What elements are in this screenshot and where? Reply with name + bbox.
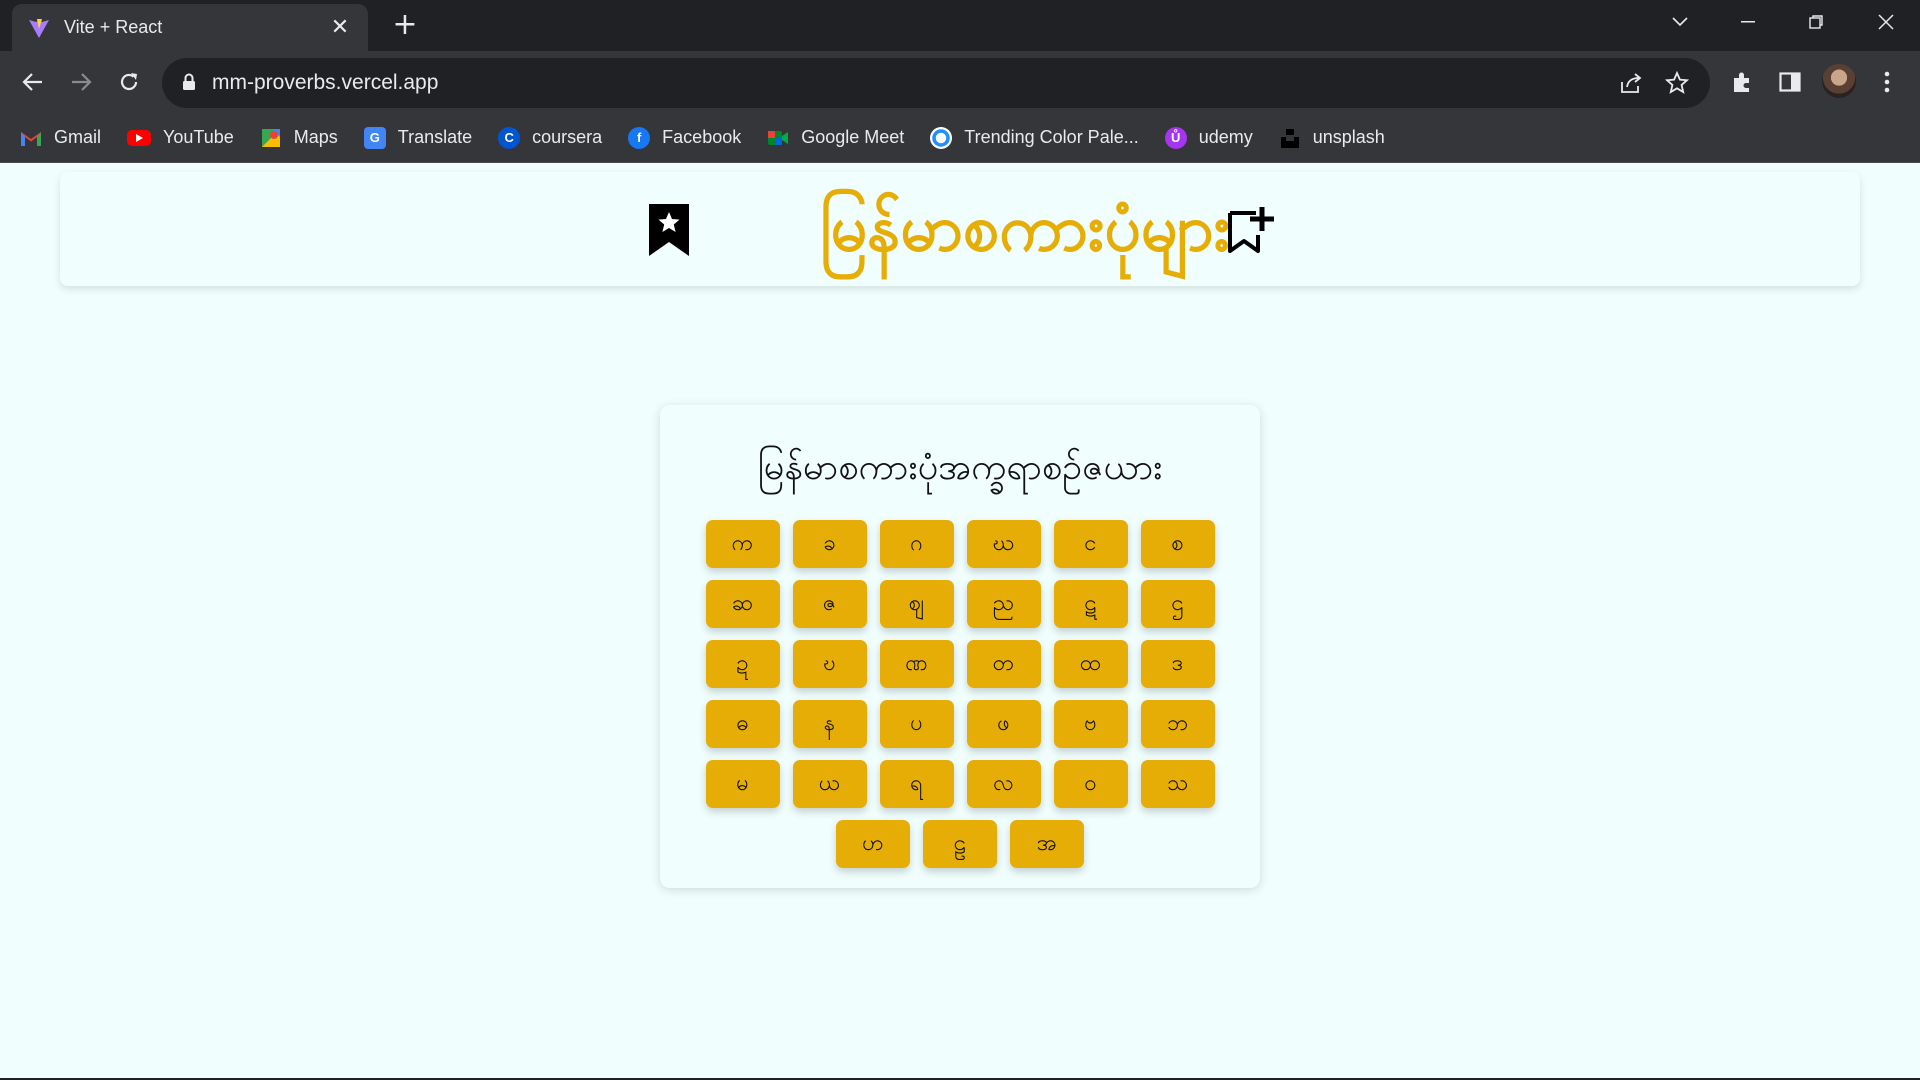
letter-button[interactable]: ဖ [966, 700, 1041, 748]
close-window-icon[interactable] [1856, 0, 1916, 44]
letter-button[interactable]: ဋ [1053, 580, 1128, 628]
youtube-icon [127, 129, 152, 146]
share-icon[interactable] [1618, 70, 1644, 96]
letter-button[interactable]: က [705, 520, 780, 568]
bookmark-add-icon[interactable] [1224, 200, 1276, 260]
tab-search-icon[interactable] [1650, 0, 1710, 44]
letter-button[interactable]: ဠ [923, 820, 997, 868]
gmail-icon [20, 127, 42, 149]
bookmark-label: udemy [1198, 127, 1253, 147]
letter-button[interactable]: စ [1140, 520, 1215, 568]
site-title[interactable]: မြန်မာစကားပုံများ [800, 184, 1250, 274]
bookmark-google-meet[interactable]: Google Meet [767, 127, 904, 149]
bookmark-maps[interactable]: Maps [260, 127, 338, 149]
unsplash-icon [1279, 127, 1301, 149]
letter-button[interactable]: ဘ [1140, 700, 1215, 748]
bookmark-udemy[interactable]: Ů udemy [1164, 126, 1253, 149]
bookmark-trending-color[interactable]: Trending Color Pale... [930, 126, 1139, 149]
browser-tab[interactable]: Vite + React ✕ [12, 4, 368, 51]
alphabet-title: မြန်မာစကားပုံအက္ခရာစဉ်ဇယား [757, 447, 1163, 488]
bookmark-youtube[interactable]: YouTube [127, 127, 234, 148]
letter-button[interactable]: ဒ [1140, 640, 1215, 688]
restore-icon[interactable] [1786, 0, 1846, 44]
page-content: မြန်မာစကားပုံများ မြန်မာစကားပုံအက္ခရာစဉ်… [0, 164, 1920, 1078]
letter-button[interactable]: အ [1010, 820, 1084, 868]
letter-button[interactable]: ဓ [705, 700, 780, 748]
minimize-icon[interactable] [1718, 0, 1778, 44]
letter-button[interactable]: သ [1140, 760, 1215, 808]
color-palette-icon [930, 126, 953, 149]
letter-button[interactable]: ဟ [836, 820, 910, 868]
letter-button[interactable]: ခ [792, 520, 867, 568]
letter-button[interactable]: ယ [792, 760, 867, 808]
facebook-icon: f [628, 126, 651, 149]
letter-button[interactable]: ဇ [792, 580, 867, 628]
tab-title: Vite + React [64, 17, 163, 37]
reload-icon[interactable] [110, 63, 148, 101]
letter-button[interactable]: ဏ [879, 640, 954, 688]
udemy-icon: Ů [1164, 126, 1187, 149]
letter-button[interactable]: ရ [879, 760, 954, 808]
forward-icon[interactable] [62, 63, 100, 101]
bookmark-facebook[interactable]: f Facebook [628, 126, 742, 149]
coursera-icon: C [498, 126, 521, 149]
bookmark-label: unsplash [1312, 127, 1385, 147]
letter-button[interactable]: မ [705, 760, 780, 808]
bookmark-coursera[interactable]: C coursera [498, 126, 603, 149]
bookmark-label: YouTube [163, 127, 234, 147]
letter-button[interactable]: တ [966, 640, 1041, 688]
alphabet-grid: က ခ ဂ ဃ င စ ဆ ဇ ဈ ည ဋ ဌ ဍ ဎ ဏ တ ထ ဒ ဓ န … [705, 520, 1215, 868]
letter-button[interactable]: ဆ [705, 580, 780, 628]
alphabet-card: မြန်မာစကားပုံအက္ခရာစဉ်ဇယား က ခ ဂ ဃ င စ ဆ… [660, 405, 1260, 888]
bookmark-label: Google Meet [801, 127, 905, 147]
browser-tab-bar: Vite + React ✕ + [0, 0, 1920, 51]
letter-button[interactable]: ဗ [1053, 700, 1128, 748]
letter-button[interactable]: ဈ [879, 580, 954, 628]
new-tab-button[interactable]: + [390, 10, 420, 40]
side-panel-icon[interactable] [1774, 66, 1806, 98]
extensions-icon[interactable] [1726, 66, 1758, 98]
letter-button[interactable]: ည [966, 580, 1041, 628]
bookmark-label: Maps [293, 127, 338, 147]
maps-icon [260, 127, 282, 149]
letter-button[interactable]: ထ [1053, 640, 1128, 688]
google-meet-icon [767, 127, 789, 149]
url-text[interactable]: mm-proverbs.vercel.app [212, 71, 438, 95]
letter-button[interactable]: ဌ [1140, 580, 1215, 628]
vite-icon [28, 17, 50, 39]
translate-icon: G [363, 126, 386, 149]
letter-button[interactable]: ဂ [879, 520, 954, 568]
bookmark-label: Facebook [662, 127, 742, 147]
bookmark-label: Translate [397, 127, 473, 147]
browser-toolbar: mm-proverbs.vercel.app [0, 51, 1920, 113]
tab-close-icon[interactable]: ✕ [328, 15, 352, 40]
letter-button[interactable]: ဝ [1053, 760, 1128, 808]
bookmark-star-icon[interactable] [643, 200, 695, 260]
bookmarks-bar: Gmail YouTube Maps G Translate C courser… [0, 113, 1920, 163]
address-bar[interactable]: mm-proverbs.vercel.app [162, 58, 1710, 108]
bookmark-unsplash[interactable]: unsplash [1279, 127, 1385, 149]
letter-button[interactable]: ဃ [966, 520, 1041, 568]
letter-button[interactable]: င [1053, 520, 1128, 568]
back-icon[interactable] [14, 63, 52, 101]
letter-button[interactable]: ဍ [705, 640, 780, 688]
bookmark-star-outline-icon[interactable] [1664, 70, 1690, 96]
letter-button[interactable]: ဎ [792, 640, 867, 688]
letter-button[interactable]: န [792, 700, 867, 748]
menu-kebab-icon[interactable] [1871, 66, 1903, 98]
bookmark-label: Trending Color Pale... [964, 127, 1139, 147]
bookmark-translate[interactable]: G Translate [363, 126, 473, 149]
letter-button[interactable]: ပ [879, 700, 954, 748]
letter-button[interactable]: လ [966, 760, 1041, 808]
site-header: မြန်မာစကားပုံများ [60, 172, 1860, 286]
bookmark-label: coursera [532, 127, 603, 147]
bookmark-label: Gmail [54, 127, 102, 147]
lock-icon[interactable] [182, 73, 196, 95]
profile-avatar[interactable] [1822, 64, 1856, 98]
bookmark-gmail[interactable]: Gmail [20, 127, 101, 149]
